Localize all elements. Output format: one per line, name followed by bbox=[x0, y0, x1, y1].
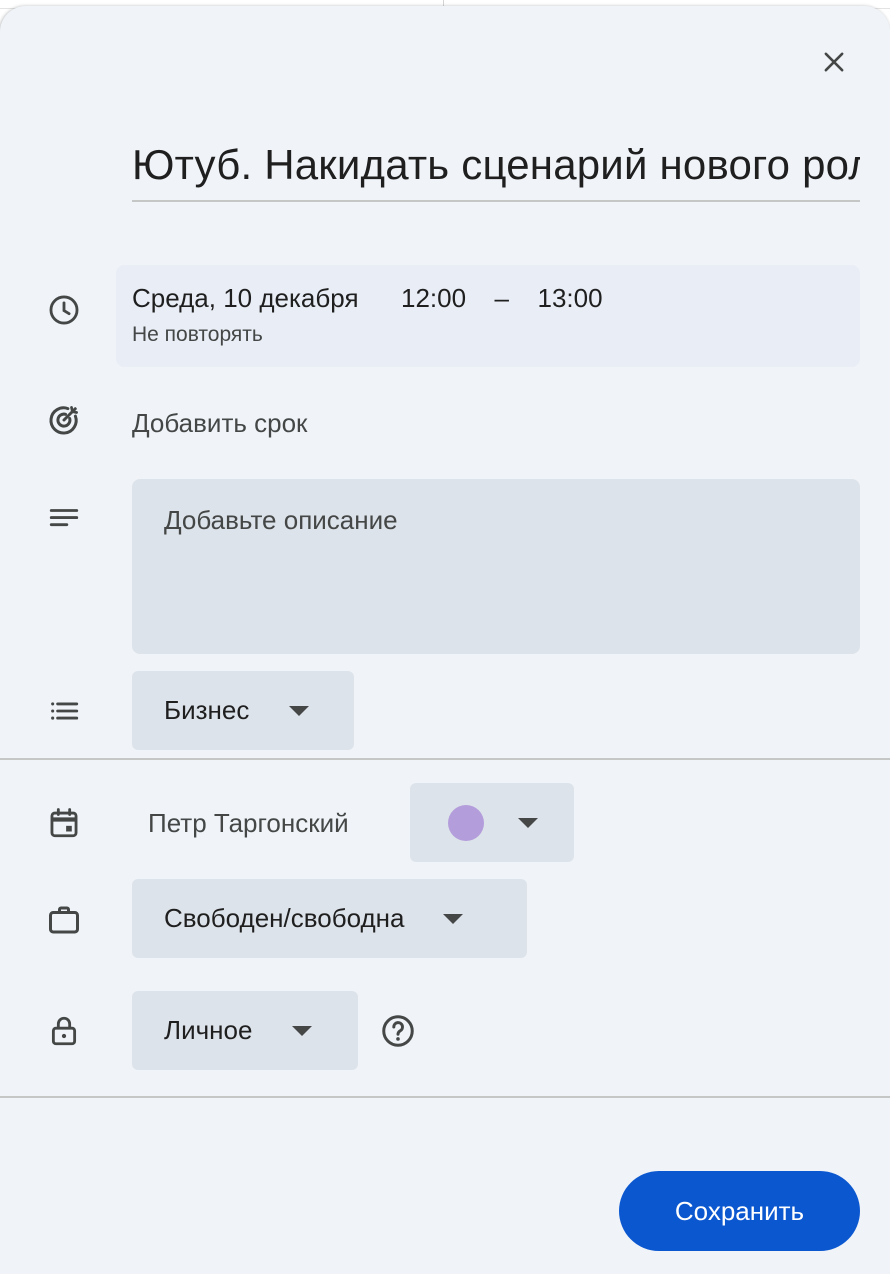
event-edit-dialog: Ютуб. Накидать сценарий нового ролика Ср… bbox=[0, 6, 890, 1274]
calendar-owner: Петр Таргонский bbox=[148, 808, 349, 838]
event-end-time[interactable]: 13:00 bbox=[537, 283, 602, 314]
visibility-select[interactable]: Личное bbox=[132, 991, 358, 1070]
datetime-line: Среда, 10 декабря 12:00 – 13:00 bbox=[132, 283, 603, 314]
description-placeholder: Добавьте описание bbox=[164, 505, 398, 535]
footer-divider bbox=[0, 1096, 890, 1098]
close-icon bbox=[824, 52, 844, 72]
add-deadline-button[interactable]: Добавить срок bbox=[132, 408, 307, 439]
availability-select[interactable]: Свободен/свободна bbox=[132, 879, 527, 958]
task-list-select[interactable]: Бизнес bbox=[132, 671, 354, 750]
title-text: Ютуб. Накидать сценарий нового ролика bbox=[132, 141, 860, 188]
clock-icon bbox=[44, 290, 84, 330]
task-list-value: Бизнес bbox=[164, 695, 250, 725]
event-date[interactable]: Среда, 10 декабря bbox=[132, 283, 359, 314]
help-icon[interactable] bbox=[378, 1011, 418, 1051]
lock-icon bbox=[44, 1011, 84, 1051]
datetime-field[interactable]: Среда, 10 декабря 12:00 – 13:00 Не повто… bbox=[116, 265, 860, 367]
calendar-color-select[interactable] bbox=[410, 783, 574, 862]
title-input[interactable]: Ютуб. Накидать сценарий нового ролика bbox=[132, 134, 860, 202]
section-divider bbox=[0, 758, 890, 760]
notes-icon bbox=[44, 499, 84, 539]
chevron-down-icon bbox=[442, 913, 463, 924]
save-button[interactable]: Сохранить bbox=[619, 1171, 860, 1251]
target-icon bbox=[44, 400, 84, 440]
visibility-value: Личное bbox=[164, 1015, 253, 1045]
close-button[interactable] bbox=[808, 36, 860, 88]
list-icon bbox=[44, 691, 84, 731]
chevron-down-icon bbox=[289, 705, 310, 716]
chevron-down-icon bbox=[292, 1025, 313, 1036]
time-separator: – bbox=[494, 283, 510, 313]
calendar-color-swatch bbox=[448, 804, 484, 841]
briefcase-icon bbox=[44, 900, 84, 940]
event-start-time[interactable]: 12:00 bbox=[401, 283, 466, 314]
availability-value: Свободен/свободна bbox=[164, 903, 405, 933]
description-input[interactable]: Добавьте описание bbox=[132, 479, 860, 654]
chevron-down-icon bbox=[518, 817, 538, 828]
repeat-option[interactable]: Не повторять bbox=[132, 323, 263, 347]
calendar-icon bbox=[44, 803, 84, 843]
